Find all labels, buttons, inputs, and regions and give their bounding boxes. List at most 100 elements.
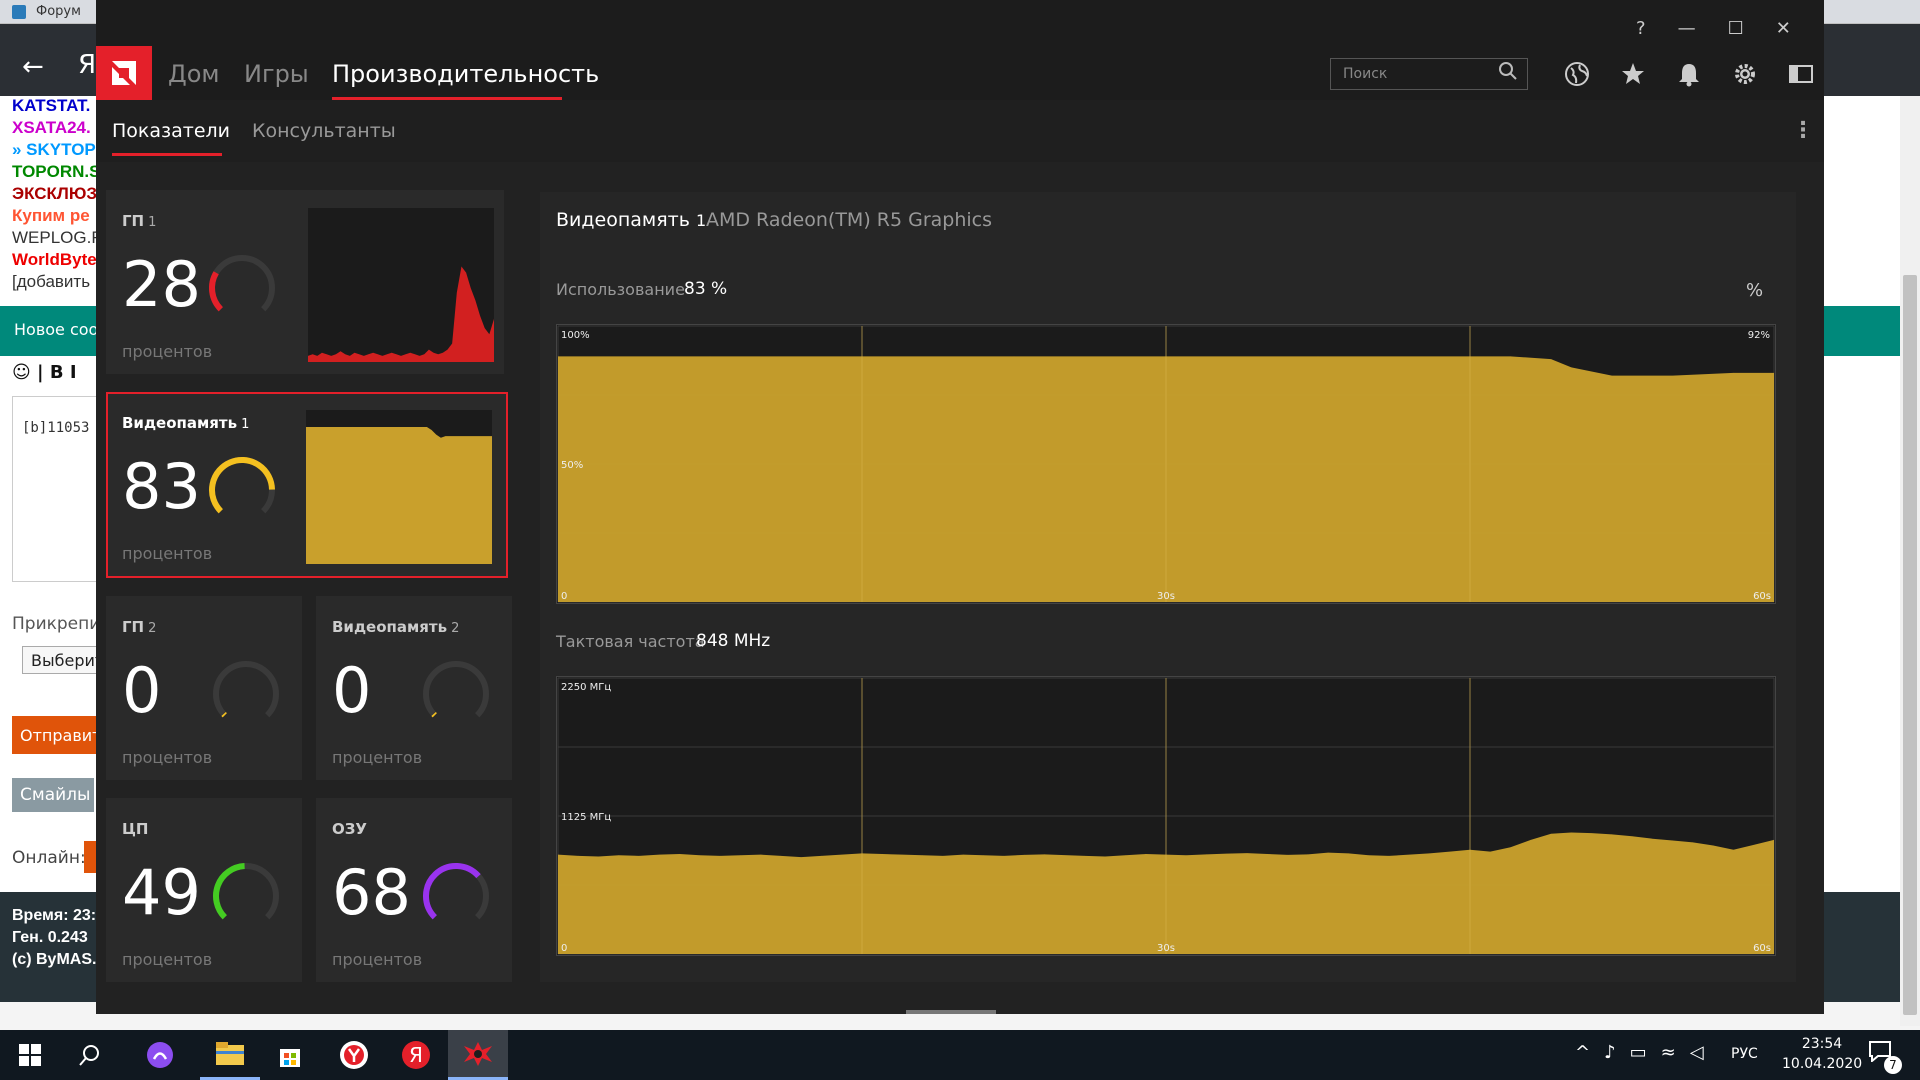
gauge-track [209, 255, 275, 312]
metric-tile-gpu1[interactable]: ГП 1 28 процентов [106, 190, 504, 374]
panel-toggle-icon[interactable] [1788, 61, 1814, 93]
store-icon[interactable] [260, 1030, 320, 1080]
gauge-vram2 [423, 661, 489, 718]
usage-label: Использование [556, 280, 685, 299]
clock-value: 848 MHz [696, 631, 771, 651]
y-tick-label: 50% [561, 460, 583, 471]
search-icon[interactable] [1498, 61, 1518, 86]
message-textarea[interactable]: [b]11053 [22, 420, 89, 436]
clock-time: 23:54 [1801, 1036, 1843, 1052]
nav-performance[interactable]: Производительность [332, 60, 599, 88]
maximize-icon[interactable]: ☐ [1728, 18, 1776, 39]
chevron-up-icon[interactable]: ^ [1575, 1042, 1604, 1063]
tile-title: ЦП [122, 820, 149, 838]
tab-metrics[interactable]: Показатели [112, 120, 230, 142]
nav-home[interactable]: Дом [168, 60, 220, 88]
forum-link[interactable]: KATSTAT. [12, 96, 90, 116]
x-tick-label: 60s [1753, 591, 1771, 602]
usage-chart-svg: 100% 50% 0 30s 60s 92% [556, 324, 1776, 604]
forum-link[interactable]: ЭКСКЛЮЗ [12, 184, 96, 204]
metric-tile-vram1[interactable]: Видеопамять 1 83 процентов [106, 392, 508, 578]
new-message-header: Новое соо [0, 306, 96, 356]
page-scrollbar-thumb[interactable] [1903, 275, 1917, 1015]
amd-radeon-taskbar-icon[interactable] [448, 1030, 508, 1080]
speaker-icon[interactable]: ◁ [1690, 1042, 1718, 1063]
back-arrow-icon[interactable]: ← [22, 52, 44, 82]
max-value-label: 92% [1748, 330, 1770, 341]
window-controls[interactable]: ?—☐✕ [1636, 18, 1823, 39]
wifi-icon[interactable]: ≈ [1661, 1042, 1690, 1063]
battery-icon[interactable]: ▭ [1630, 1042, 1661, 1063]
close-icon[interactable]: ✕ [1776, 18, 1823, 39]
file-explorer-icon[interactable] [200, 1030, 260, 1080]
metric-tile-gpu2[interactable]: ГП 2 0 процентов [106, 596, 302, 780]
svg-text:Я: Я [409, 1043, 423, 1067]
tile-unit: процентов [122, 544, 213, 563]
browser-logo-letter[interactable]: Я [78, 50, 96, 80]
gauge-fill [209, 457, 275, 514]
tile-value: 0 [332, 654, 372, 727]
minimize-icon[interactable]: — [1678, 18, 1728, 39]
editor-toolbar[interactable]: ☺ | B I [12, 362, 77, 383]
send-button[interactable]: Отправит [12, 716, 96, 754]
yandex-browser-icon[interactable] [324, 1030, 384, 1080]
star-icon[interactable] [1620, 61, 1646, 93]
tile-unit: процентов [122, 748, 213, 767]
nav-games[interactable]: Игры [244, 60, 309, 88]
mini-chart-gpu1 [307, 208, 495, 362]
tile-title: ГП 1 [122, 212, 157, 230]
amd-logo-icon[interactable] [96, 46, 152, 100]
tile-unit: процентов [332, 748, 423, 767]
attach-label: Прикрепит [12, 614, 96, 634]
smileys-button[interactable]: Смайлы [12, 778, 94, 812]
forum-link[interactable]: Купим ре [12, 206, 90, 226]
more-options-icon[interactable]: ⋮ [1792, 118, 1814, 143]
metric-tile-vram2[interactable]: Видеопамять 2 0 процентов [316, 596, 512, 780]
clock[interactable]: 23:54 10.04.2020 [1782, 1034, 1862, 1074]
y-tick-label: 0 [561, 943, 567, 954]
area-series [306, 426, 492, 564]
horizontal-scroll-thumb[interactable] [906, 1010, 996, 1014]
forum-footer-text: Время: 23: Ген. 0.243 (c) ByMAS. [12, 907, 97, 968]
help-icon[interactable]: ? [1636, 18, 1678, 39]
metric-tile-ram[interactable]: ОЗУ 68 процентов [316, 798, 512, 982]
forum-link[interactable]: » SKYTOP [12, 140, 96, 160]
windows-start-icon[interactable] [0, 1030, 60, 1080]
y-tick-label: 0 [561, 591, 567, 602]
search-icon[interactable] [60, 1030, 120, 1080]
system-tray-icons[interactable]: ^♪▭≈◁ [1575, 1042, 1718, 1063]
forum-link[interactable]: TOPORN.S [12, 162, 96, 182]
microphone-icon[interactable]: ♪ [1604, 1042, 1630, 1063]
bell-icon[interactable] [1676, 61, 1702, 93]
tile-unit: процентов [122, 342, 213, 361]
amd-radeon-window: Дом Игры Производительность ?—☐✕ Поиск П… [96, 0, 1824, 1014]
tab-advisors[interactable]: Консультанты [252, 120, 396, 142]
tile-title: ОЗУ [332, 820, 367, 838]
forum-link[interactable]: WorldByte [12, 250, 96, 270]
yandex-icon[interactable]: Я [386, 1030, 446, 1080]
forum-link[interactable]: WEPLOG.R [12, 228, 96, 248]
tab-active-underline [112, 153, 222, 156]
language-indicator[interactable]: РУС [1731, 1046, 1758, 1062]
mini-chart-gpu1-svg [307, 266, 495, 362]
detail-device-name: AMD Radeon(TM) R5 Graphics [706, 209, 993, 231]
gauge-track [423, 661, 489, 718]
usage-value: 83 % [684, 279, 728, 299]
gear-icon[interactable] [1732, 61, 1758, 93]
tile-value: 68 [332, 856, 411, 929]
tile-title: Видеопамять 2 [332, 618, 460, 636]
tile-value: 83 [122, 450, 201, 523]
detail-title: Видеопамять 1 [556, 209, 707, 231]
forum-link[interactable]: XSATA24. [12, 118, 91, 138]
file-select[interactable]: Выберит [22, 646, 96, 674]
forum-link[interactable]: [добавить [12, 272, 90, 292]
x-tick-label: 30s [1157, 591, 1175, 602]
browser-tab-label: Форум [36, 4, 81, 19]
forum-page: KATSTAT. XSATA24. » SKYTOP TOPORN.S ЭКСК… [0, 96, 96, 1026]
usage-unit-toggle[interactable]: % [1746, 280, 1763, 301]
metric-tile-cpu[interactable]: ЦП 49 процентов [106, 798, 302, 982]
alice-assistant-icon[interactable] [130, 1030, 190, 1080]
tile-unit: процентов [332, 950, 423, 969]
globe-icon[interactable] [1564, 61, 1590, 93]
clock-chart-svg: 2250 МГц 1125 МГц 0 30s 60s [556, 676, 1776, 956]
